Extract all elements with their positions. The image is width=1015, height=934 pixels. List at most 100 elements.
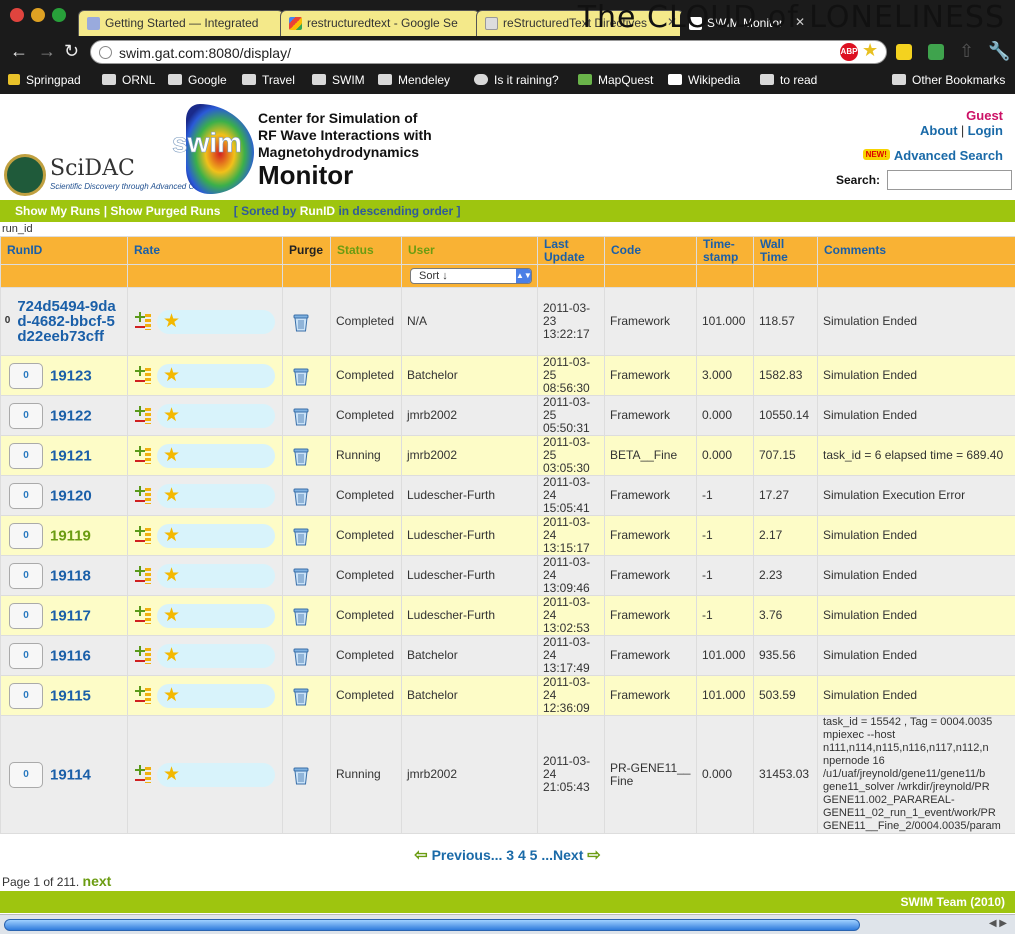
comment-count-bubble[interactable]: 0 [9, 402, 43, 429]
column-header-last-update[interactable]: Last Update [537, 236, 605, 265]
page-info-icon[interactable] [99, 46, 112, 59]
comment-count-bubble[interactable]: 0 [9, 602, 43, 629]
other-bookmarks-folder[interactable]: Other Bookmarks [892, 73, 1005, 87]
browser-tab[interactable]: restructuredtext - Google Se [280, 10, 480, 36]
scidac-logo[interactable]: SciDAC Scientific Discovery through Adva… [0, 152, 227, 198]
rate-plus-minus-icon[interactable] [135, 365, 151, 386]
minimize-window-icon[interactable] [31, 8, 45, 22]
run-id-link[interactable]: 19122 [50, 407, 92, 424]
rate-plus-minus-icon[interactable] [135, 485, 151, 506]
column-header-comments[interactable]: Comments [817, 236, 1015, 265]
comment-count-bubble[interactable]: 0 [3, 309, 12, 335]
column-header-user[interactable]: User [401, 236, 538, 265]
comment-count-bubble[interactable]: 0 [9, 642, 43, 669]
column-header-status[interactable]: Status [330, 236, 402, 265]
star-icon[interactable]: ★ [163, 365, 180, 387]
trash-icon[interactable] [292, 566, 310, 586]
run-id-link[interactable]: 19120 [50, 487, 92, 504]
close-window-icon[interactable] [10, 8, 24, 22]
next-arrow-icon[interactable]: ⇨ [587, 847, 600, 864]
reload-icon[interactable]: ↻ [64, 42, 79, 60]
bookmark-folder[interactable]: Travel [242, 73, 295, 87]
star-icon[interactable]: ★ [163, 565, 180, 587]
comment-count-bubble[interactable]: 0 [9, 362, 43, 389]
zoom-window-icon[interactable] [52, 8, 66, 22]
comment-count-bubble[interactable]: 0 [9, 522, 43, 549]
wrench-menu-icon[interactable]: 🔧 [988, 42, 1010, 60]
swim-logo[interactable]: swim [170, 100, 260, 196]
star-icon[interactable]: ★ [163, 311, 180, 333]
rate-plus-minus-icon[interactable] [135, 605, 151, 626]
extension-refresh-icon[interactable] [928, 44, 944, 60]
trash-icon[interactable] [292, 765, 310, 785]
scroll-arrows-icon[interactable]: ◀ ▶ [989, 918, 1007, 929]
user-sort-select[interactable]: Sort ↓ ▲▼ [410, 268, 532, 284]
rate-plus-minus-icon[interactable] [135, 764, 151, 785]
bookmark-item[interactable]: Is it raining? [474, 73, 559, 87]
extension-upload-icon[interactable]: ⇧ [959, 42, 974, 60]
trash-icon[interactable] [292, 312, 310, 332]
trash-icon[interactable] [292, 486, 310, 506]
comment-count-bubble[interactable]: 0 [9, 442, 43, 469]
bookmark-folder[interactable]: SWIM [312, 73, 365, 87]
trash-icon[interactable] [292, 686, 310, 706]
run-id-link[interactable]: 19123 [50, 367, 92, 384]
next-small-link[interactable]: next [83, 873, 112, 889]
page-link[interactable]: 5 [530, 847, 538, 863]
rate-plus-minus-icon[interactable] [135, 645, 151, 666]
trash-icon[interactable] [292, 406, 310, 426]
trash-icon[interactable] [292, 526, 310, 546]
bookmark-folder[interactable]: to read [760, 73, 817, 87]
rate-plus-minus-icon[interactable] [135, 685, 151, 706]
run-id-link[interactable]: 19117 [50, 607, 91, 624]
show-purged-runs-link[interactable]: Show Purged Runs [110, 204, 220, 218]
previous-arrow-icon[interactable]: ⇦ [414, 847, 427, 864]
run-id-link[interactable]: 724d5494-9dad-4682-bbcf-5d22eeb73cff [17, 299, 121, 344]
show-my-runs-link[interactable]: Show My Runs [15, 204, 100, 218]
bookmark-item[interactable]: MapQuest [578, 73, 653, 87]
extension-note-icon[interactable] [896, 44, 912, 60]
star-icon[interactable]: ★ [163, 525, 180, 547]
browser-tab[interactable]: Getting Started — Integrated [78, 10, 284, 36]
star-icon[interactable]: ★ [163, 485, 180, 507]
star-icon[interactable]: ★ [163, 764, 180, 786]
star-icon[interactable]: ★ [163, 605, 180, 627]
comment-count-bubble[interactable]: 0 [9, 761, 43, 788]
trash-icon[interactable] [292, 446, 310, 466]
rate-plus-minus-icon[interactable] [135, 565, 151, 586]
horizontal-scrollbar[interactable]: ◀ ▶ [0, 914, 1015, 934]
login-link[interactable]: Login [968, 123, 1003, 138]
comment-count-bubble[interactable]: 0 [9, 562, 43, 589]
column-header-code[interactable]: Code [604, 236, 697, 265]
bookmark-item[interactable]: Wikipedia [668, 73, 740, 87]
column-header-walltime[interactable]: Wall Time [753, 236, 818, 265]
trash-icon[interactable] [292, 646, 310, 666]
column-header-rate[interactable]: Rate [127, 236, 283, 265]
scrollbar-thumb[interactable] [4, 919, 860, 931]
bookmark-folder[interactable]: Google [168, 73, 227, 87]
rate-plus-minus-icon[interactable] [135, 525, 151, 546]
run-id-link[interactable]: 19121 [50, 447, 92, 464]
trash-icon[interactable] [292, 606, 310, 626]
address-bar[interactable]: swim.gat.com:8080/display/ [90, 40, 887, 64]
column-header-timestamp[interactable]: Time-stamp [696, 236, 754, 265]
bookmark-star-icon[interactable]: ★ [862, 40, 878, 61]
forward-arrow-icon[interactable]: → [38, 42, 56, 60]
rate-plus-minus-icon[interactable] [135, 445, 151, 466]
comment-count-bubble[interactable]: 0 [9, 482, 43, 509]
rate-plus-minus-icon[interactable] [135, 405, 151, 426]
next-link[interactable]: Next [553, 847, 583, 863]
run-id-link[interactable]: 19116 [50, 647, 91, 664]
bookmark-item[interactable]: Springpad [8, 73, 81, 87]
star-icon[interactable]: ★ [163, 645, 180, 667]
star-icon[interactable]: ★ [163, 405, 180, 427]
advanced-search-link[interactable]: Advanced Search [894, 148, 1003, 163]
trash-icon[interactable] [292, 366, 310, 386]
run-id-link[interactable]: 19114 [50, 766, 91, 783]
run-id-link[interactable]: 19119 [50, 527, 91, 544]
page-link[interactable]: 4 [518, 847, 526, 863]
star-icon[interactable]: ★ [163, 685, 180, 707]
bookmark-folder[interactable]: ORNL [102, 73, 155, 87]
rate-plus-minus-icon[interactable] [135, 311, 151, 332]
search-input[interactable] [887, 170, 1012, 190]
